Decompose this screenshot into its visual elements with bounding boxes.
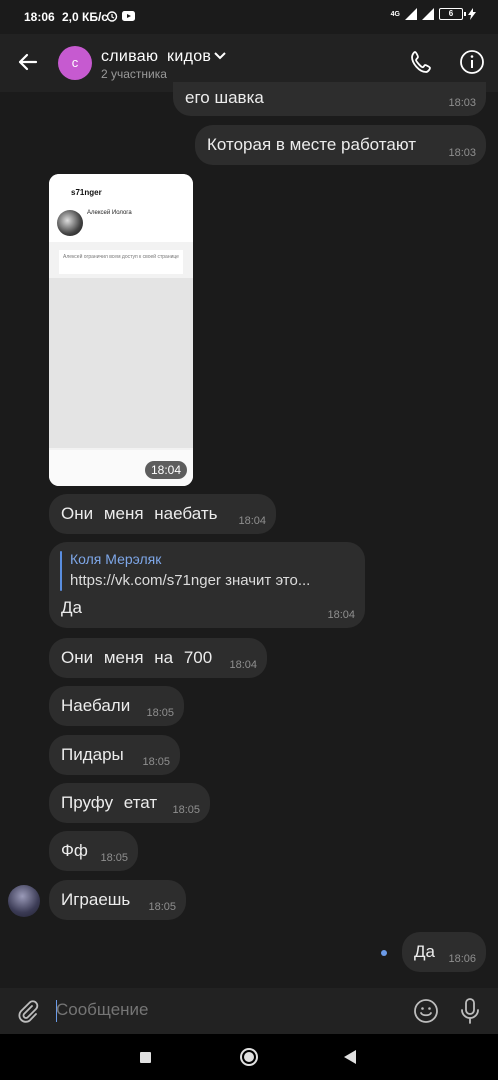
message-bubble-incoming[interactable]: Пруфу етат 18:05 (49, 783, 210, 823)
photo-note: Алексей ограничил всем доступ к своей ст… (59, 250, 183, 274)
message-bubble-outgoing[interactable]: его шавка 18:03 (173, 82, 486, 116)
chat-subtitle: 2 участника (101, 67, 167, 81)
charging-icon (468, 8, 476, 20)
message-composer (0, 988, 498, 1034)
message-text: Они меня на 700 (61, 648, 213, 667)
message-text: Да (61, 598, 82, 617)
message-text: Наебали (61, 696, 131, 715)
message-bubble-outgoing[interactable]: Которая в месте работают 18:03 (195, 125, 486, 165)
photo-attachment[interactable]: s71nger Алексей Иолога Алексей ограничил… (49, 174, 193, 486)
youtube-icon (122, 11, 135, 21)
microphone-icon[interactable] (458, 997, 482, 1025)
message-time: 18:05 (146, 707, 174, 719)
message-bubble-incoming[interactable]: Они меня на 700 18:04 (49, 638, 267, 678)
message-time: 18:05 (100, 852, 128, 864)
message-input[interactable] (56, 1000, 386, 1020)
paperclip-icon[interactable] (14, 998, 40, 1024)
message-text: Да (414, 942, 435, 961)
message-bubble-outgoing[interactable]: Да 18:06 (402, 932, 486, 972)
message-time: 18:05 (172, 804, 200, 816)
message-time: 18:05 (148, 901, 176, 913)
phone-icon[interactable] (408, 48, 436, 76)
alarm-icon (106, 11, 118, 22)
system-nav-bar (0, 1034, 498, 1080)
status-time: 18:06 (24, 10, 55, 24)
info-icon[interactable] (458, 48, 486, 76)
back-button[interactable] (344, 1050, 356, 1064)
message-time: 18:06 (448, 953, 476, 965)
chat-avatar[interactable]: с (58, 46, 92, 80)
signal-icon (405, 8, 417, 20)
battery-icon: 6 (439, 8, 466, 20)
message-bubble-incoming[interactable]: Они меня наебать 18:04 (49, 494, 276, 534)
network-speed: 2,0 КБ/с (62, 10, 108, 24)
message-text: Фф (61, 841, 88, 860)
chevron-down-icon[interactable] (214, 52, 226, 60)
message-bubble-incoming[interactable]: Пидары 18:05 (49, 735, 180, 775)
reply-author[interactable]: Коля Мерэляк (70, 551, 161, 567)
message-text: Пруфу етат (61, 793, 158, 812)
message-text: его шавка (185, 88, 264, 107)
chat-title[interactable]: сливаю кидов (101, 48, 211, 66)
unread-indicator (381, 950, 387, 956)
message-text: Они меня наебать (61, 504, 218, 523)
home-button[interactable] (240, 1048, 258, 1066)
arrow-left-icon[interactable] (14, 48, 42, 76)
message-text: Играешь (61, 890, 131, 909)
recents-button[interactable] (140, 1052, 151, 1063)
message-bubble-incoming[interactable]: Фф 18:05 (49, 831, 138, 871)
message-time: 18:04 (229, 659, 257, 671)
photo-name: Алексей Иолога (87, 210, 132, 216)
photo-body (49, 278, 193, 448)
message-time: 18:05 (142, 756, 170, 768)
status-right: 4G 6 (391, 8, 476, 20)
smiley-icon[interactable] (412, 997, 440, 1025)
message-time: 18:04 (238, 515, 266, 527)
message-text: Которая в месте работают (207, 135, 416, 154)
photo-title: s71nger (71, 188, 102, 197)
message-text: Пидары (61, 745, 124, 764)
message-time: 18:04 (327, 609, 355, 621)
sender-avatar[interactable] (8, 885, 40, 917)
reply-quote[interactable]: https://vk.com/s71nger значит это... (70, 572, 310, 589)
message-bubble-incoming[interactable]: Наебали 18:05 (49, 686, 184, 726)
photo-avatar (57, 210, 83, 236)
signal-icon-2 (422, 8, 434, 20)
network-type: 4G (390, 10, 400, 18)
message-bubble-incoming[interactable]: Играешь 18:05 (49, 880, 186, 920)
photo-time: 18:04 (144, 461, 187, 479)
message-time: 18:03 (448, 147, 476, 159)
status-icons (106, 10, 135, 22)
status-bar: 18:06 2,0 КБ/с 4G 6 (0, 0, 498, 34)
message-time: 18:03 (448, 97, 476, 109)
reply-bar (60, 551, 62, 591)
